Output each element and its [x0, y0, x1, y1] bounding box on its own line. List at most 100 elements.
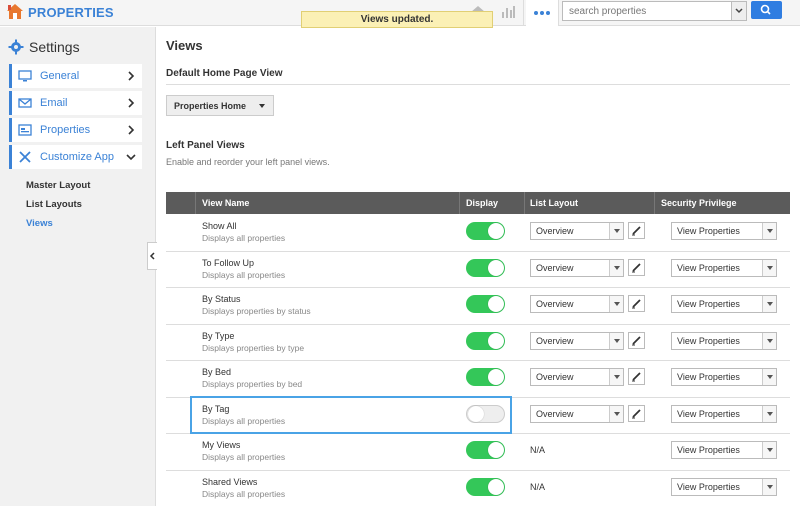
tools-icon — [18, 150, 32, 164]
properties-icon — [18, 123, 32, 137]
view-name: By Status — [202, 294, 241, 304]
display-toggle[interactable] — [466, 259, 505, 277]
edit-layout-button[interactable] — [628, 405, 645, 422]
table-row: To Follow Up Displays all properties Ove… — [166, 252, 790, 289]
column-divider — [459, 192, 460, 214]
sidebar-item-customize-app[interactable]: Customize App — [9, 145, 142, 169]
display-toggle[interactable] — [466, 295, 505, 313]
toggle-knob — [488, 369, 504, 385]
list-layout-value: N/A — [530, 445, 545, 455]
table-row: My Views Displays all properties N/A Vie… — [166, 434, 790, 471]
display-toggle[interactable] — [466, 368, 505, 386]
table-row: By Type Displays properties by type Over… — [166, 325, 790, 362]
dropdown-arrow-icon — [762, 479, 776, 495]
col-view-name: View Name — [202, 192, 249, 214]
security-privilege-select[interactable]: View Properties — [671, 405, 777, 423]
col-list-layout: List Layout — [530, 192, 578, 214]
edit-layout-button[interactable] — [628, 295, 645, 312]
dropdown-arrow-icon — [762, 369, 776, 385]
view-description: Displays all properties — [202, 489, 285, 499]
page-title: Views — [166, 38, 203, 53]
apps-menu-button[interactable] — [526, 0, 558, 26]
security-privilege-select[interactable]: View Properties — [671, 295, 777, 313]
search-input[interactable] — [562, 1, 732, 21]
sidebar: Settings General Email Properties — [0, 27, 156, 506]
toolbar-divider — [558, 0, 559, 26]
sidebar-title: Settings — [8, 39, 80, 55]
dropdown-arrow-icon — [609, 260, 623, 276]
sidebar-subitem-master-layout[interactable]: Master Layout — [26, 180, 90, 191]
search-icon — [751, 1, 782, 19]
monitor-icon — [18, 69, 32, 83]
sidebar-item-properties[interactable]: Properties — [9, 118, 142, 142]
toolbar-divider — [523, 0, 524, 26]
sidebar-item-email[interactable]: Email — [9, 91, 142, 115]
view-description: Displays properties by status — [202, 306, 311, 316]
security-privilege-select[interactable]: View Properties — [671, 222, 777, 240]
list-layout-select[interactable]: Overview — [530, 332, 624, 350]
list-layout-select[interactable]: Overview — [530, 259, 624, 277]
default-home-heading: Default Home Page View — [166, 68, 283, 79]
bar-chart-icon[interactable] — [500, 4, 516, 20]
toggle-knob — [488, 260, 504, 276]
security-privilege-select[interactable]: View Properties — [671, 478, 777, 496]
list-layout-select[interactable]: Overview — [530, 368, 624, 386]
chevron-left-icon — [148, 243, 157, 269]
display-toggle[interactable] — [466, 478, 505, 496]
pencil-icon — [629, 406, 644, 421]
security-privilege-select[interactable]: View Properties — [671, 259, 777, 277]
display-toggle[interactable] — [466, 222, 505, 240]
brand[interactable]: PROPERTIES — [6, 3, 114, 21]
dropdown-arrow-icon — [762, 406, 776, 422]
sidebar-item-general[interactable]: General — [9, 64, 142, 88]
display-toggle[interactable] — [466, 332, 505, 350]
security-privilege-select[interactable]: View Properties — [671, 441, 777, 459]
toggle-knob — [488, 333, 504, 349]
default-home-view-dropdown[interactable]: Properties Home — [166, 95, 274, 116]
view-description: Displays properties by type — [202, 343, 304, 353]
edit-layout-button[interactable] — [628, 259, 645, 276]
dropdown-arrow-icon — [609, 369, 623, 385]
search-button[interactable] — [751, 1, 782, 19]
dot-icon — [534, 11, 538, 15]
table-row: Shared Views Displays all properties N/A… — [166, 471, 790, 507]
sidebar-collapse-handle[interactable] — [147, 242, 157, 270]
security-privilege-select[interactable]: View Properties — [671, 368, 777, 386]
toast-notification: Views updated. — [301, 11, 493, 28]
pencil-icon — [629, 369, 644, 384]
dropdown-arrow-icon — [609, 333, 623, 349]
display-toggle[interactable] — [466, 441, 505, 459]
list-layout-select[interactable]: Overview — [530, 222, 624, 240]
security-privilege-select[interactable]: View Properties — [671, 332, 777, 350]
chevron-right-icon — [126, 125, 136, 135]
list-layout-select[interactable]: Overview — [530, 405, 624, 423]
list-layout-value: N/A — [530, 482, 545, 492]
list-layout-select[interactable]: Overview — [530, 295, 624, 313]
view-description: Displays all properties — [202, 452, 285, 462]
col-security-privilege: Security Privilege — [661, 192, 737, 214]
view-name: Shared Views — [202, 477, 257, 487]
highlight-box — [190, 396, 512, 434]
table-row: By Status Displays properties by status … — [166, 288, 790, 325]
divider — [166, 84, 790, 85]
brand-name: PROPERTIES — [28, 5, 114, 20]
envelope-icon — [18, 96, 32, 110]
chevron-down-icon — [732, 2, 746, 20]
house-logo-icon — [6, 3, 24, 21]
chevron-right-icon — [126, 98, 136, 108]
column-divider — [195, 192, 196, 214]
dropdown-arrow-icon — [609, 223, 623, 239]
edit-layout-button[interactable] — [628, 368, 645, 385]
table-row: Show All Displays all properties Overvie… — [166, 215, 790, 252]
caret-down-icon — [259, 104, 265, 108]
dot-icon — [546, 11, 550, 15]
view-name: To Follow Up — [202, 258, 254, 268]
table-header: View Name Display List Layout Security P… — [166, 192, 790, 214]
view-description: Displays all properties — [202, 233, 285, 243]
chevron-down-icon — [126, 152, 136, 162]
edit-layout-button[interactable] — [628, 332, 645, 349]
search-filter-dropdown[interactable] — [731, 1, 747, 21]
edit-layout-button[interactable] — [628, 222, 645, 239]
sidebar-subitem-list-layouts[interactable]: List Layouts — [26, 199, 82, 210]
sidebar-subitem-views[interactable]: Views — [26, 218, 53, 229]
